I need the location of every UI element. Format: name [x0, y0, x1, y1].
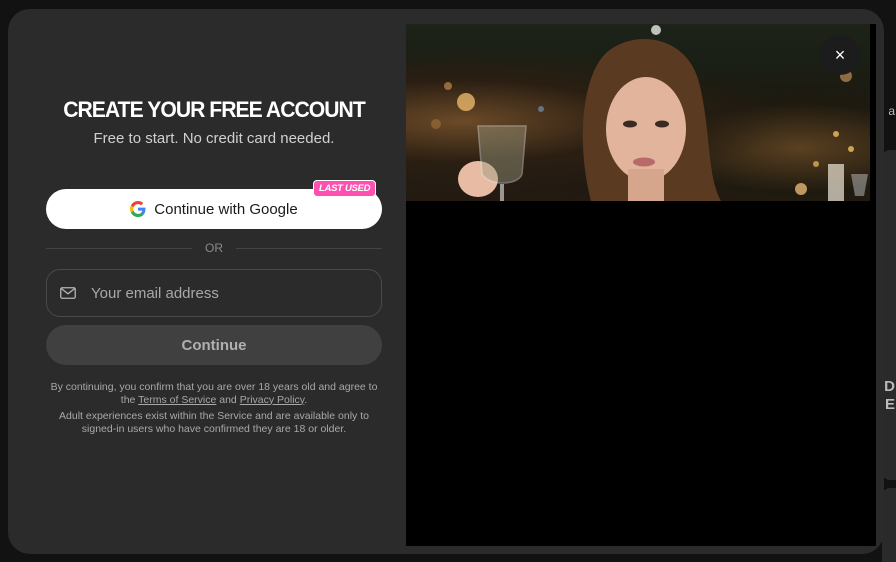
legal-consent: By continuing, you confirm that you are …: [50, 381, 378, 406]
mail-icon: [60, 287, 76, 299]
promo-photo: [406, 24, 870, 201]
background-card: [882, 488, 896, 562]
terms-of-service-link[interactable]: Terms of Service: [138, 394, 216, 406]
legal-text: By continuing, you confirm that you are …: [50, 381, 378, 439]
or-divider: OR: [46, 240, 382, 256]
promo-image-panel: [406, 24, 876, 546]
last-used-badge: LAST USED: [313, 180, 377, 197]
google-button-label: Continue with Google: [154, 200, 298, 218]
legal-and-text: and: [219, 393, 237, 406]
legal-adult-notice: Adult experiences exist within the Servi…: [59, 410, 369, 435]
continue-button[interactable]: Continue: [46, 325, 382, 365]
close-button[interactable]: ×: [820, 35, 860, 75]
modal-title: CREATE YOUR FREE ACCOUNT: [63, 97, 366, 122]
google-icon: [130, 201, 146, 217]
legal-period: .: [304, 393, 308, 406]
modal-subtitle: Free to start. No credit card needed.: [93, 130, 335, 147]
email-field[interactable]: [46, 269, 382, 317]
background-text: D: [884, 378, 895, 395]
divider-line: [236, 248, 382, 249]
email-input[interactable]: [89, 283, 381, 303]
background-card: [882, 150, 896, 480]
signup-modal: CREATE YOUR FREE ACCOUNT Free to start. …: [8, 9, 884, 554]
background-text: a: [888, 104, 895, 118]
close-icon: ×: [834, 45, 846, 65]
privacy-policy-link[interactable]: Privacy Policy: [240, 394, 305, 406]
background-text: E: [884, 396, 895, 413]
